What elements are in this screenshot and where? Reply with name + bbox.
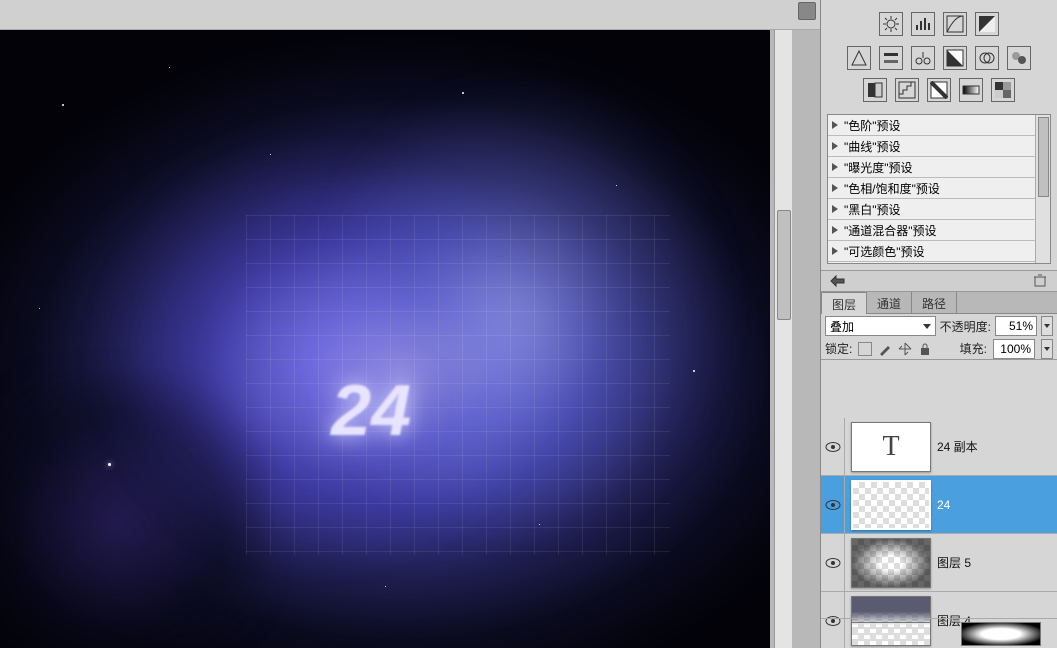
tab-layers[interactable]: 图层 (821, 292, 867, 314)
adjustment-presets-list: "色阶"预设 "曲线"预设 "曝光度"预设 "色相/饱和度"预设 "黑白"预设 … (827, 114, 1051, 264)
levels-icon[interactable] (911, 12, 935, 36)
disclosure-triangle-icon (832, 163, 838, 171)
color-balance-icon[interactable] (911, 46, 935, 70)
preset-exposure[interactable]: "曝光度"预设 (828, 157, 1035, 178)
fill-value: 100% (1000, 342, 1031, 356)
fill-label: 填充: (960, 340, 987, 357)
layer-thumbnail[interactable]: T (851, 422, 931, 472)
layers-panel-tabs: 图层 通道 路径 (821, 292, 1057, 314)
layers-list: T 24 副本 24 图层 5 图层 4 (821, 418, 1057, 648)
partial-layer-row (821, 618, 1057, 648)
disclosure-triangle-icon (832, 121, 838, 129)
scrollbar-thumb[interactable] (777, 210, 791, 320)
return-to-list-icon[interactable] (829, 274, 847, 288)
layer-thumbnail[interactable] (851, 538, 931, 588)
invert-icon[interactable] (863, 78, 887, 102)
disclosure-triangle-icon (832, 226, 838, 234)
disclosure-triangle-icon (832, 205, 838, 213)
hue-saturation-icon[interactable] (879, 46, 903, 70)
blend-mode-select[interactable]: 叠加 (825, 316, 936, 336)
text-layer-icon: T (852, 423, 930, 471)
disclosure-triangle-icon (832, 247, 838, 255)
fill-dropdown[interactable] (1041, 339, 1053, 359)
selective-color-icon[interactable] (991, 78, 1015, 102)
preset-channel-mixer[interactable]: "通道混合器"预设 (828, 220, 1035, 241)
lock-move-icon[interactable] (898, 342, 912, 356)
gradient-map-icon[interactable] (959, 78, 983, 102)
dropdown-arrow-icon (1044, 347, 1050, 351)
opacity-value: 51% (1009, 319, 1033, 333)
posterize-icon[interactable] (895, 78, 919, 102)
preset-hue-saturation[interactable]: "色相/饱和度"预设 (828, 178, 1035, 199)
channel-mixer-icon[interactable] (1007, 46, 1031, 70)
layer-name: 图层 5 (937, 554, 971, 571)
photo-filter-icon[interactable] (975, 46, 999, 70)
vibrance-icon[interactable] (847, 46, 871, 70)
layer-thumbnail[interactable] (851, 480, 931, 530)
preset-label: "通道混合器"预设 (844, 222, 937, 239)
preset-label: "色相/饱和度"预设 (844, 180, 940, 197)
opacity-input[interactable]: 51% (995, 316, 1037, 336)
preset-label: "可选颜色"预设 (844, 243, 925, 260)
adjustments-row-2 (821, 42, 1057, 74)
preset-selective-color[interactable]: "可选颜色"预设 (828, 241, 1035, 262)
scrollbar-thumb[interactable] (1038, 117, 1049, 197)
canvas-topbar (0, 0, 820, 30)
layer-name: 24 副本 (937, 438, 978, 455)
threshold-icon[interactable] (927, 78, 951, 102)
layer-item-layer5[interactable]: 图层 5 (821, 534, 1057, 592)
brightness-contrast-icon[interactable] (879, 12, 903, 36)
layer-item-24[interactable]: 24 (821, 476, 1057, 534)
canvas-vertical-scrollbar[interactable] (774, 30, 792, 648)
preset-levels[interactable]: "色阶"预设 (828, 115, 1035, 136)
preset-curves[interactable]: "曲线"预设 (828, 136, 1035, 157)
presets-scrollbar[interactable] (1035, 115, 1050, 263)
curves-icon[interactable] (943, 12, 967, 36)
visibility-toggle[interactable] (821, 534, 845, 592)
lock-brush-icon[interactable] (878, 342, 892, 356)
disclosure-triangle-icon (832, 142, 838, 150)
preset-label: "色阶"预设 (844, 117, 901, 134)
adjustments-row-1 (821, 0, 1057, 42)
document-canvas[interactable]: 24 (0, 30, 770, 648)
pixel-grid-overlay (246, 215, 670, 555)
adjustments-row-3 (821, 74, 1057, 110)
blend-opacity-row: 叠加 不透明度: 51% (821, 314, 1057, 338)
visibility-toggle[interactable] (821, 418, 845, 476)
tab-channels[interactable]: 通道 (867, 292, 912, 313)
preset-label: "黑白"预设 (844, 201, 901, 218)
blend-mode-value: 叠加 (830, 318, 854, 335)
layer-thumbnail[interactable] (851, 622, 931, 646)
lock-all-icon[interactable] (918, 342, 932, 356)
lock-fill-row: 锁定: 填充: 100% (821, 338, 1057, 360)
layer-mask-thumbnail[interactable] (961, 622, 1041, 646)
dropdown-arrow-icon (1044, 324, 1050, 328)
dropdown-arrow-icon (923, 324, 931, 329)
opacity-dropdown[interactable] (1041, 316, 1053, 336)
visibility-toggle[interactable] (821, 476, 845, 534)
exposure-icon[interactable] (975, 12, 999, 36)
layer-name: 24 (937, 498, 950, 512)
black-white-icon[interactable] (943, 46, 967, 70)
collapse-panel-icon[interactable] (798, 2, 816, 20)
opacity-label: 不透明度: (940, 318, 991, 335)
tab-paths[interactable]: 路径 (912, 292, 957, 313)
preset-label: "曲线"预设 (844, 138, 901, 155)
lock-label: 锁定: (825, 340, 852, 357)
right-sidebar: "色阶"预设 "曲线"预设 "曝光度"预设 "色相/饱和度"预设 "黑白"预设 … (820, 0, 1057, 648)
preset-label: "曝光度"预设 (844, 159, 913, 176)
disclosure-triangle-icon (832, 184, 838, 192)
preset-black-white[interactable]: "黑白"预设 (828, 199, 1035, 220)
lock-transparency-icon[interactable] (858, 342, 872, 356)
adjustments-footer (821, 270, 1057, 292)
layer-item-24-copy[interactable]: T 24 副本 (821, 418, 1057, 476)
trash-icon[interactable] (1031, 274, 1049, 288)
fill-input[interactable]: 100% (993, 339, 1035, 359)
canvas-text-24: 24 (331, 370, 411, 452)
